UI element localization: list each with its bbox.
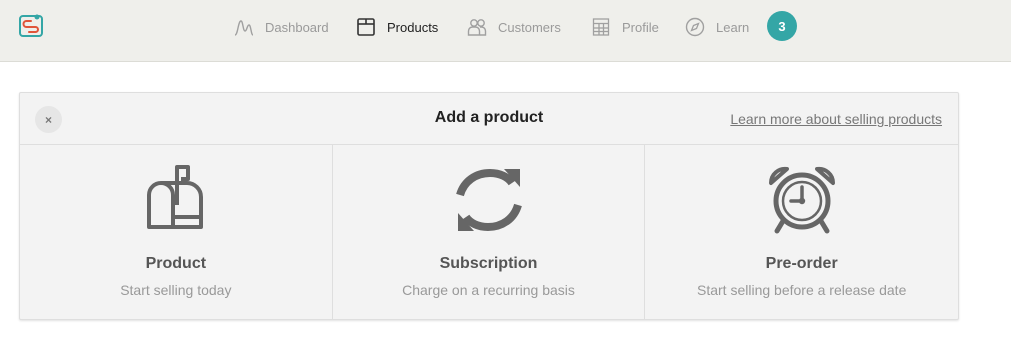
nav-item-label: Customers <box>498 19 561 35</box>
panel-header: × Add a product Learn more about selling… <box>20 93 958 145</box>
option-subtitle: Start selling today <box>120 282 232 298</box>
option-subtitle: Start selling before a release date <box>697 282 907 298</box>
learn-more-link[interactable]: Learn more about selling products <box>730 111 942 127</box>
people-icon <box>467 19 487 36</box>
compass-icon <box>685 17 705 37</box>
product-type-options: Product Start selling today Subscription… <box>20 145 958 319</box>
nav-item-profile[interactable]: Profile <box>591 14 659 40</box>
notification-badge[interactable]: 3 <box>767 11 797 41</box>
refresh-arrows-icon <box>455 168 522 232</box>
nav-item-label: Learn <box>716 19 750 35</box>
mailbox-icon <box>146 165 203 229</box>
option-subtitle: Charge on a recurring basis <box>402 282 575 298</box>
nav-item-products[interactable]: Products <box>356 14 438 40</box>
option-product[interactable]: Product Start selling today <box>20 145 333 319</box>
nav-item-customers[interactable]: Customers <box>467 14 561 40</box>
option-title: Pre-order <box>765 255 838 272</box>
chart-peaks-icon <box>234 20 254 36</box>
box-icon <box>357 18 375 36</box>
option-subscription[interactable]: Subscription Charge on a recurring basis <box>333 145 646 319</box>
nav-item-learn[interactable]: Learn <box>685 14 749 40</box>
logo-icon[interactable] <box>17 12 45 40</box>
add-product-panel: × Add a product Learn more about selling… <box>19 92 959 320</box>
top-navigation-bar: Dashboard Products Customers Profile Lea… <box>0 0 1011 62</box>
layout-grid-icon <box>592 18 610 36</box>
nav-item-label: Profile <box>622 19 659 35</box>
alarm-clock-icon <box>768 166 835 234</box>
option-pre-order[interactable]: Pre-order Start selling before a release… <box>645 145 958 319</box>
option-title: Subscription <box>439 255 538 272</box>
nav-item-label: Products <box>387 19 439 35</box>
nav-item-label: Dashboard <box>265 19 329 35</box>
option-title: Product <box>145 255 207 272</box>
nav-item-dashboard[interactable]: Dashboard <box>234 14 329 40</box>
